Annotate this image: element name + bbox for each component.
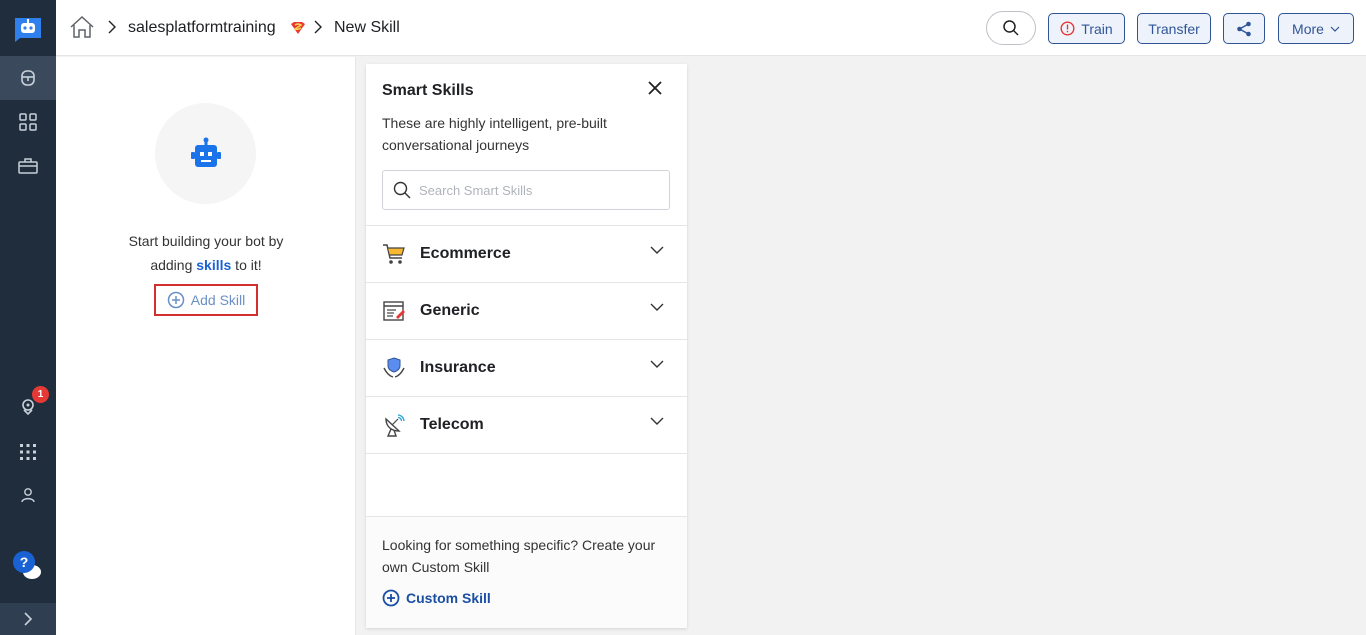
rail-briefcase[interactable] <box>0 144 56 188</box>
category-ecommerce[interactable]: Ecommerce <box>366 225 687 282</box>
user-icon <box>21 488 35 503</box>
chevron-down-icon <box>650 246 664 254</box>
intro-prefix: adding <box>150 257 197 273</box>
category-insurance[interactable]: Insurance <box>366 339 687 396</box>
breadcrumb-chevron-icon <box>108 20 116 34</box>
category-label: Telecom <box>420 416 484 433</box>
search-icon <box>393 181 411 199</box>
transfer-button[interactable]: Transfer <box>1137 13 1211 44</box>
custom-skill-button[interactable]: Custom Skill <box>382 589 491 607</box>
breadcrumb-page-name: New Skill <box>334 19 400 36</box>
close-button[interactable] <box>645 78 665 98</box>
bot-icon <box>190 137 221 167</box>
breadcrumb-bot-name[interactable]: salesplatformtraining <box>128 19 276 37</box>
category-list-divider <box>366 453 687 454</box>
intro-line1: Start building your bot by <box>128 233 284 249</box>
rail-more-apps[interactable] <box>0 430 56 474</box>
breadcrumb-chevron-icon <box>314 20 322 34</box>
bot-builder-icon <box>21 70 35 86</box>
rail-help[interactable]: ? <box>0 543 56 587</box>
transfer-button-label: Transfer <box>1148 20 1200 37</box>
empty-state-message: Start building your bot by adding skills… <box>56 229 356 277</box>
category-label: Ecommerce <box>420 245 511 262</box>
bot-illustration <box>155 103 256 204</box>
custom-skill-footer: Looking for something specific? Create y… <box>366 516 687 628</box>
header-search-button[interactable] <box>986 11 1036 45</box>
document-edit-icon <box>382 299 406 323</box>
chevron-down-icon <box>650 360 664 368</box>
top-header: salesplatformtraining New Skill Train Tr… <box>56 0 1366 56</box>
briefcase-icon <box>18 158 38 174</box>
custom-skill-prompt: Looking for something specific? Create y… <box>382 537 656 575</box>
close-icon <box>648 81 662 95</box>
smart-skills-search[interactable] <box>382 170 670 210</box>
chevron-down-icon <box>650 303 664 311</box>
add-skill-button[interactable]: Add Skill <box>154 284 258 316</box>
search-icon <box>1003 20 1019 36</box>
chevron-down-icon <box>650 417 664 425</box>
category-label: Insurance <box>420 359 496 376</box>
category-generic[interactable]: Generic <box>366 282 687 339</box>
add-skill-label: Add Skill <box>190 292 246 308</box>
alert-icon <box>1060 21 1075 36</box>
bot-avatar-icon <box>291 22 305 34</box>
intro-suffix: to it! <box>231 257 262 273</box>
help-chat-glyph: ? <box>20 554 29 570</box>
skills-empty-panel: Start building your bot by adding skills… <box>56 57 356 635</box>
shield-hands-icon <box>382 356 406 380</box>
chevron-down-icon <box>1330 26 1340 32</box>
rail-profile[interactable] <box>0 473 56 517</box>
more-dropdown-label: More <box>1292 20 1324 37</box>
rail-bot-builder[interactable] <box>0 56 56 100</box>
train-button[interactable]: Train <box>1048 13 1125 44</box>
satellite-dish-icon <box>382 413 406 437</box>
plus-circle-icon <box>167 291 185 309</box>
more-dropdown[interactable]: More <box>1278 13 1354 44</box>
rail-apps[interactable] <box>0 100 56 144</box>
share-button[interactable] <box>1223 13 1265 44</box>
smart-skills-title: Smart Skills <box>382 82 474 99</box>
intro-line2: adding skills to it! <box>56 253 356 277</box>
grid-icon <box>19 113 37 131</box>
category-telecom[interactable]: Telecom <box>366 396 687 453</box>
left-rail: 1 ? <box>0 0 56 635</box>
shopping-cart-icon <box>382 242 406 266</box>
dots-grid-icon <box>20 444 36 460</box>
train-button-label: Train <box>1081 20 1113 37</box>
chevron-right-icon <box>24 612 33 626</box>
help-chat-icon: ? <box>13 551 41 579</box>
notification-badge: 1 <box>32 386 49 403</box>
home-icon[interactable] <box>69 15 95 44</box>
app-logo-icon[interactable] <box>12 12 44 44</box>
smart-skills-panel: Smart Skills These are highly intelligen… <box>366 64 687 628</box>
plus-circle-icon <box>382 589 400 607</box>
smart-skills-description: These are highly intelligent, pre-built … <box>382 115 607 153</box>
share-icon <box>1237 21 1251 36</box>
skills-link[interactable]: skills <box>196 257 231 273</box>
custom-skill-label: Custom Skill <box>406 590 491 606</box>
category-label: Generic <box>420 302 480 319</box>
search-input[interactable] <box>419 182 659 198</box>
expand-rail-button[interactable] <box>0 603 56 635</box>
